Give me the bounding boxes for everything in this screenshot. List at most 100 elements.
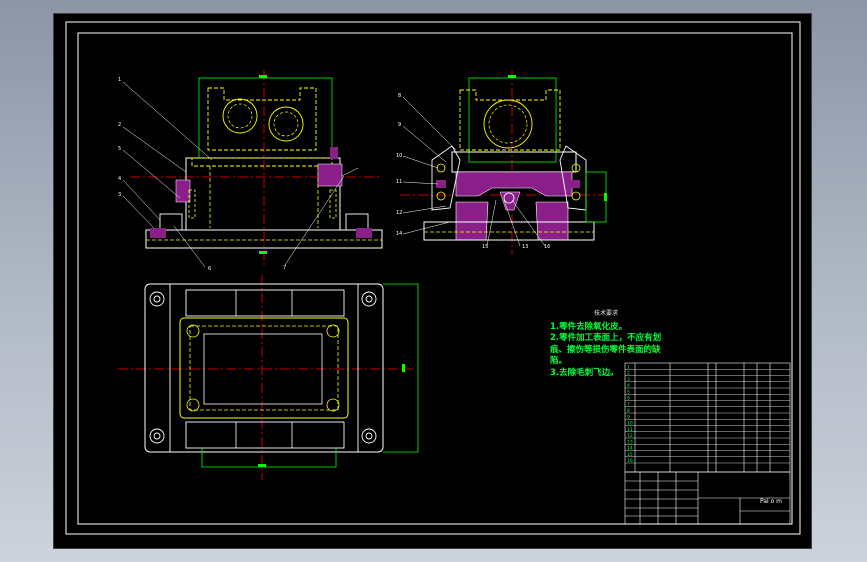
callout-label: 5 [118, 146, 121, 152]
parts-list-frame [624, 362, 791, 473]
section-hatch [455, 201, 489, 241]
bolt-hole [186, 398, 200, 412]
section-hatch [356, 228, 372, 238]
lever-arm [431, 145, 461, 211]
cavity-outline [179, 317, 349, 419]
callout-label: 4 [118, 176, 121, 182]
section-hatch [175, 179, 191, 203]
dimension-tag [259, 75, 267, 78]
callout-label: 3 [118, 192, 121, 198]
section-hatch [150, 228, 166, 238]
jaw-block [185, 421, 345, 449]
leader-line [402, 155, 439, 169]
drawing-name: Pal o m [760, 498, 783, 505]
mount-hole [361, 291, 377, 307]
leader-line [122, 126, 187, 173]
parts-list-row-number: 13 [627, 439, 633, 445]
bore-circle [483, 99, 533, 149]
parts-list-row-number: 6 [627, 396, 630, 402]
bolt-hole [326, 398, 340, 412]
bolt-hole [326, 324, 340, 338]
callout-label: 16 [544, 244, 550, 250]
mount-hole [365, 295, 373, 303]
callout-label: 15 [482, 244, 488, 250]
mount-hole [153, 432, 161, 440]
parts-list-row-number: 14 [627, 446, 633, 452]
parts-list-row-number: 12 [627, 433, 633, 439]
section-hatch [570, 180, 580, 188]
leader-line [402, 125, 447, 163]
dimension-box [585, 171, 607, 223]
mount-hole [149, 291, 165, 307]
dimension-box [468, 77, 557, 163]
callout-label: 13 [522, 244, 528, 250]
dimension-tag [259, 251, 267, 254]
callout-label: 6 [208, 266, 211, 272]
leader-line [122, 149, 181, 199]
callout-label: 12 [396, 210, 402, 216]
leader-line [402, 96, 457, 151]
callout-label: 1 [118, 77, 121, 83]
notes-heading: 技术要求 [594, 310, 619, 317]
top-view [118, 275, 419, 480]
note-line: 3.去除毛刺飞边。 [550, 367, 619, 378]
outer-frame [65, 21, 801, 535]
side-view: 8 9 10 11 12 13 14 15 16 [396, 70, 610, 255]
bore-circle [227, 103, 253, 129]
pin-circle [436, 191, 446, 201]
base-foot [159, 213, 183, 231]
base-plate [423, 221, 595, 241]
clamp-jaw [207, 87, 317, 151]
front-view: 1 2 5 4 3 6 7 [118, 70, 383, 272]
callout-label: 14 [396, 231, 402, 237]
bore-circle [273, 111, 299, 137]
section-hatch [317, 163, 343, 187]
section-hatch [330, 147, 338, 159]
callout-label: 8 [398, 93, 401, 99]
fixture-body [185, 157, 341, 231]
callout-label: 11 [396, 179, 402, 185]
dimension-tag [604, 193, 607, 201]
bolt-hole [186, 324, 200, 338]
drawing-sheet: 1 2 5 4 3 6 7 8 9 10 11 12 13 14 15 16 1… [54, 14, 811, 548]
mount-hole [361, 428, 377, 444]
body-outline [169, 283, 359, 453]
parts-list-row-number: 10 [627, 421, 633, 427]
bore-circle [488, 104, 528, 144]
leader-line [402, 181, 439, 185]
pin-circle [571, 191, 581, 201]
callout-label: 2 [118, 122, 121, 128]
callout-label: 9 [398, 122, 401, 128]
dimension-tag [508, 75, 516, 78]
note-line: 痕、擦伤等损伤零件表面的缺 [550, 344, 661, 355]
fixture-plate [191, 157, 333, 167]
jaw-block [185, 289, 345, 317]
mount-hole [153, 295, 161, 303]
cavity-inner [189, 325, 339, 411]
note-line: 陷。 [550, 356, 568, 366]
parts-list-row-number: 16 [627, 458, 633, 464]
dimension-box [198, 77, 333, 159]
dimension-bracket [383, 283, 419, 453]
mount-hole [365, 432, 373, 440]
leader-line [173, 225, 206, 268]
leader-line [122, 179, 161, 221]
bolt [329, 189, 337, 219]
pin-circle [436, 163, 446, 173]
parts-list-row-number: 7 [627, 402, 630, 408]
parts-list-row-number: 5 [627, 389, 630, 395]
cad-drawing: 1 2 5 4 3 6 7 8 9 10 11 12 13 14 15 16 1… [65, 21, 801, 535]
leader-line [341, 167, 359, 177]
note-line: 1.零件去除氧化皮。 [550, 321, 628, 332]
leader-line [284, 175, 345, 266]
leader-line [122, 195, 155, 229]
base-foot [345, 213, 369, 231]
section-hatch [535, 201, 569, 241]
mount-hole [149, 428, 165, 444]
dimension-bracket [201, 448, 337, 468]
parts-list-row-number: 8 [627, 408, 630, 414]
leader-line [486, 199, 497, 247]
callout-label: 10 [396, 153, 402, 159]
parts-list-row-number: 11 [627, 427, 633, 433]
dimension-tag [258, 464, 266, 467]
